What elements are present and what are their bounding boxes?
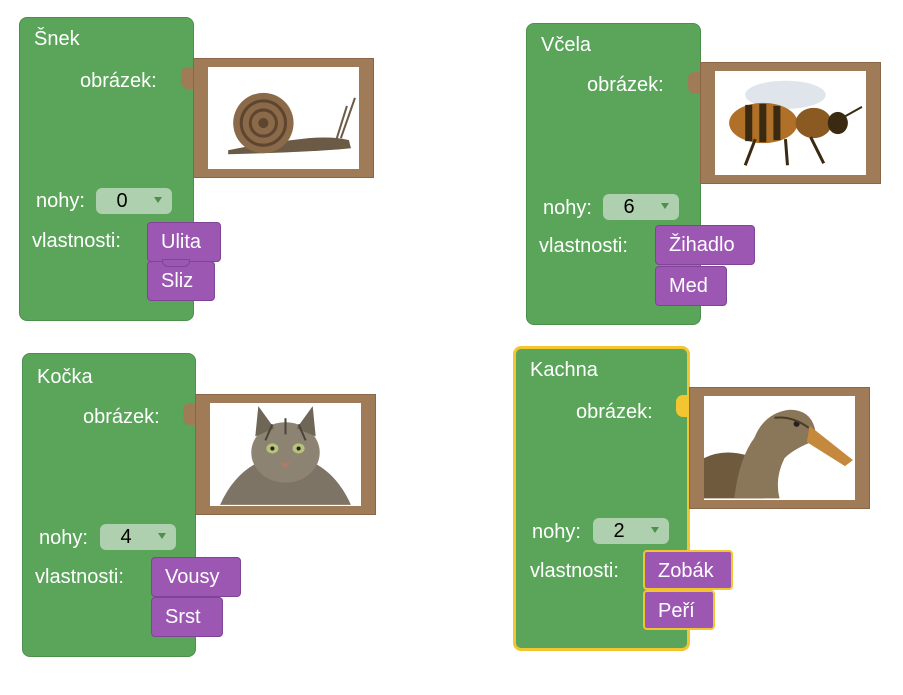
property-label: Sliz xyxy=(161,270,194,292)
property-block[interactable]: Zobák xyxy=(643,550,733,590)
property-block[interactable]: Srst xyxy=(151,597,223,637)
legs-dropdown[interactable]: 4 xyxy=(100,524,176,550)
legs-value: 2 xyxy=(613,520,625,542)
property-block[interactable]: Vousy xyxy=(151,557,241,597)
image-frame-bee[interactable] xyxy=(700,62,881,184)
properties-label: vlastnosti: xyxy=(530,560,619,582)
dropdown-arrow-icon xyxy=(651,527,659,533)
property-label: Peří xyxy=(658,600,695,622)
block-title: Kočka xyxy=(37,366,93,388)
image-label: obrázek: xyxy=(80,70,157,92)
block-title: Kachna xyxy=(530,359,598,381)
image-frame-cat[interactable] xyxy=(195,394,376,515)
legs-label: nohy: xyxy=(39,527,88,549)
image-connector xyxy=(676,395,690,417)
legs-dropdown[interactable]: 0 xyxy=(96,188,172,214)
property-label: Ulita xyxy=(161,231,202,253)
image-label: obrázek: xyxy=(83,406,160,428)
property-block[interactable]: Peří xyxy=(643,590,715,630)
bee-image xyxy=(729,80,863,166)
image-label: obrázek: xyxy=(587,74,664,96)
legs-dropdown[interactable]: 2 xyxy=(593,518,669,544)
property-block[interactable]: Med xyxy=(655,266,727,306)
block-title: Včela xyxy=(541,34,592,56)
properties-label: vlastnosti: xyxy=(35,566,124,588)
property-block[interactable]: Žihadlo xyxy=(655,225,755,265)
image-frame-snail[interactable] xyxy=(193,58,374,178)
legs-label: nohy: xyxy=(36,190,85,212)
properties-label: vlastnosti: xyxy=(32,230,121,252)
legs-dropdown[interactable]: 6 xyxy=(603,194,679,220)
dropdown-arrow-icon xyxy=(158,533,166,539)
legs-value: 4 xyxy=(120,526,132,548)
block-notch xyxy=(162,259,190,267)
property-label: Med xyxy=(669,275,708,297)
dropdown-arrow-icon xyxy=(661,203,669,209)
duck-image xyxy=(704,409,853,499)
legs-label: nohy: xyxy=(543,197,592,219)
dropdown-arrow-icon xyxy=(154,197,162,203)
legs-value: 0 xyxy=(116,190,128,212)
properties-label: vlastnosti: xyxy=(539,235,628,257)
snail-image xyxy=(228,92,356,155)
legs-value: 6 xyxy=(623,196,635,218)
property-block[interactable]: Sliz xyxy=(147,259,215,301)
legs-label: nohy: xyxy=(532,521,581,543)
property-block[interactable]: Ulita xyxy=(147,222,221,262)
cat-image xyxy=(220,406,351,505)
image-frame-duck[interactable] xyxy=(689,387,870,509)
block-title: Šnek xyxy=(34,28,80,50)
property-label: Vousy xyxy=(165,566,220,588)
property-label: Srst xyxy=(165,606,201,628)
property-label: Žihadlo xyxy=(669,234,735,256)
property-label: Zobák xyxy=(658,560,714,582)
image-label: obrázek: xyxy=(576,401,653,423)
